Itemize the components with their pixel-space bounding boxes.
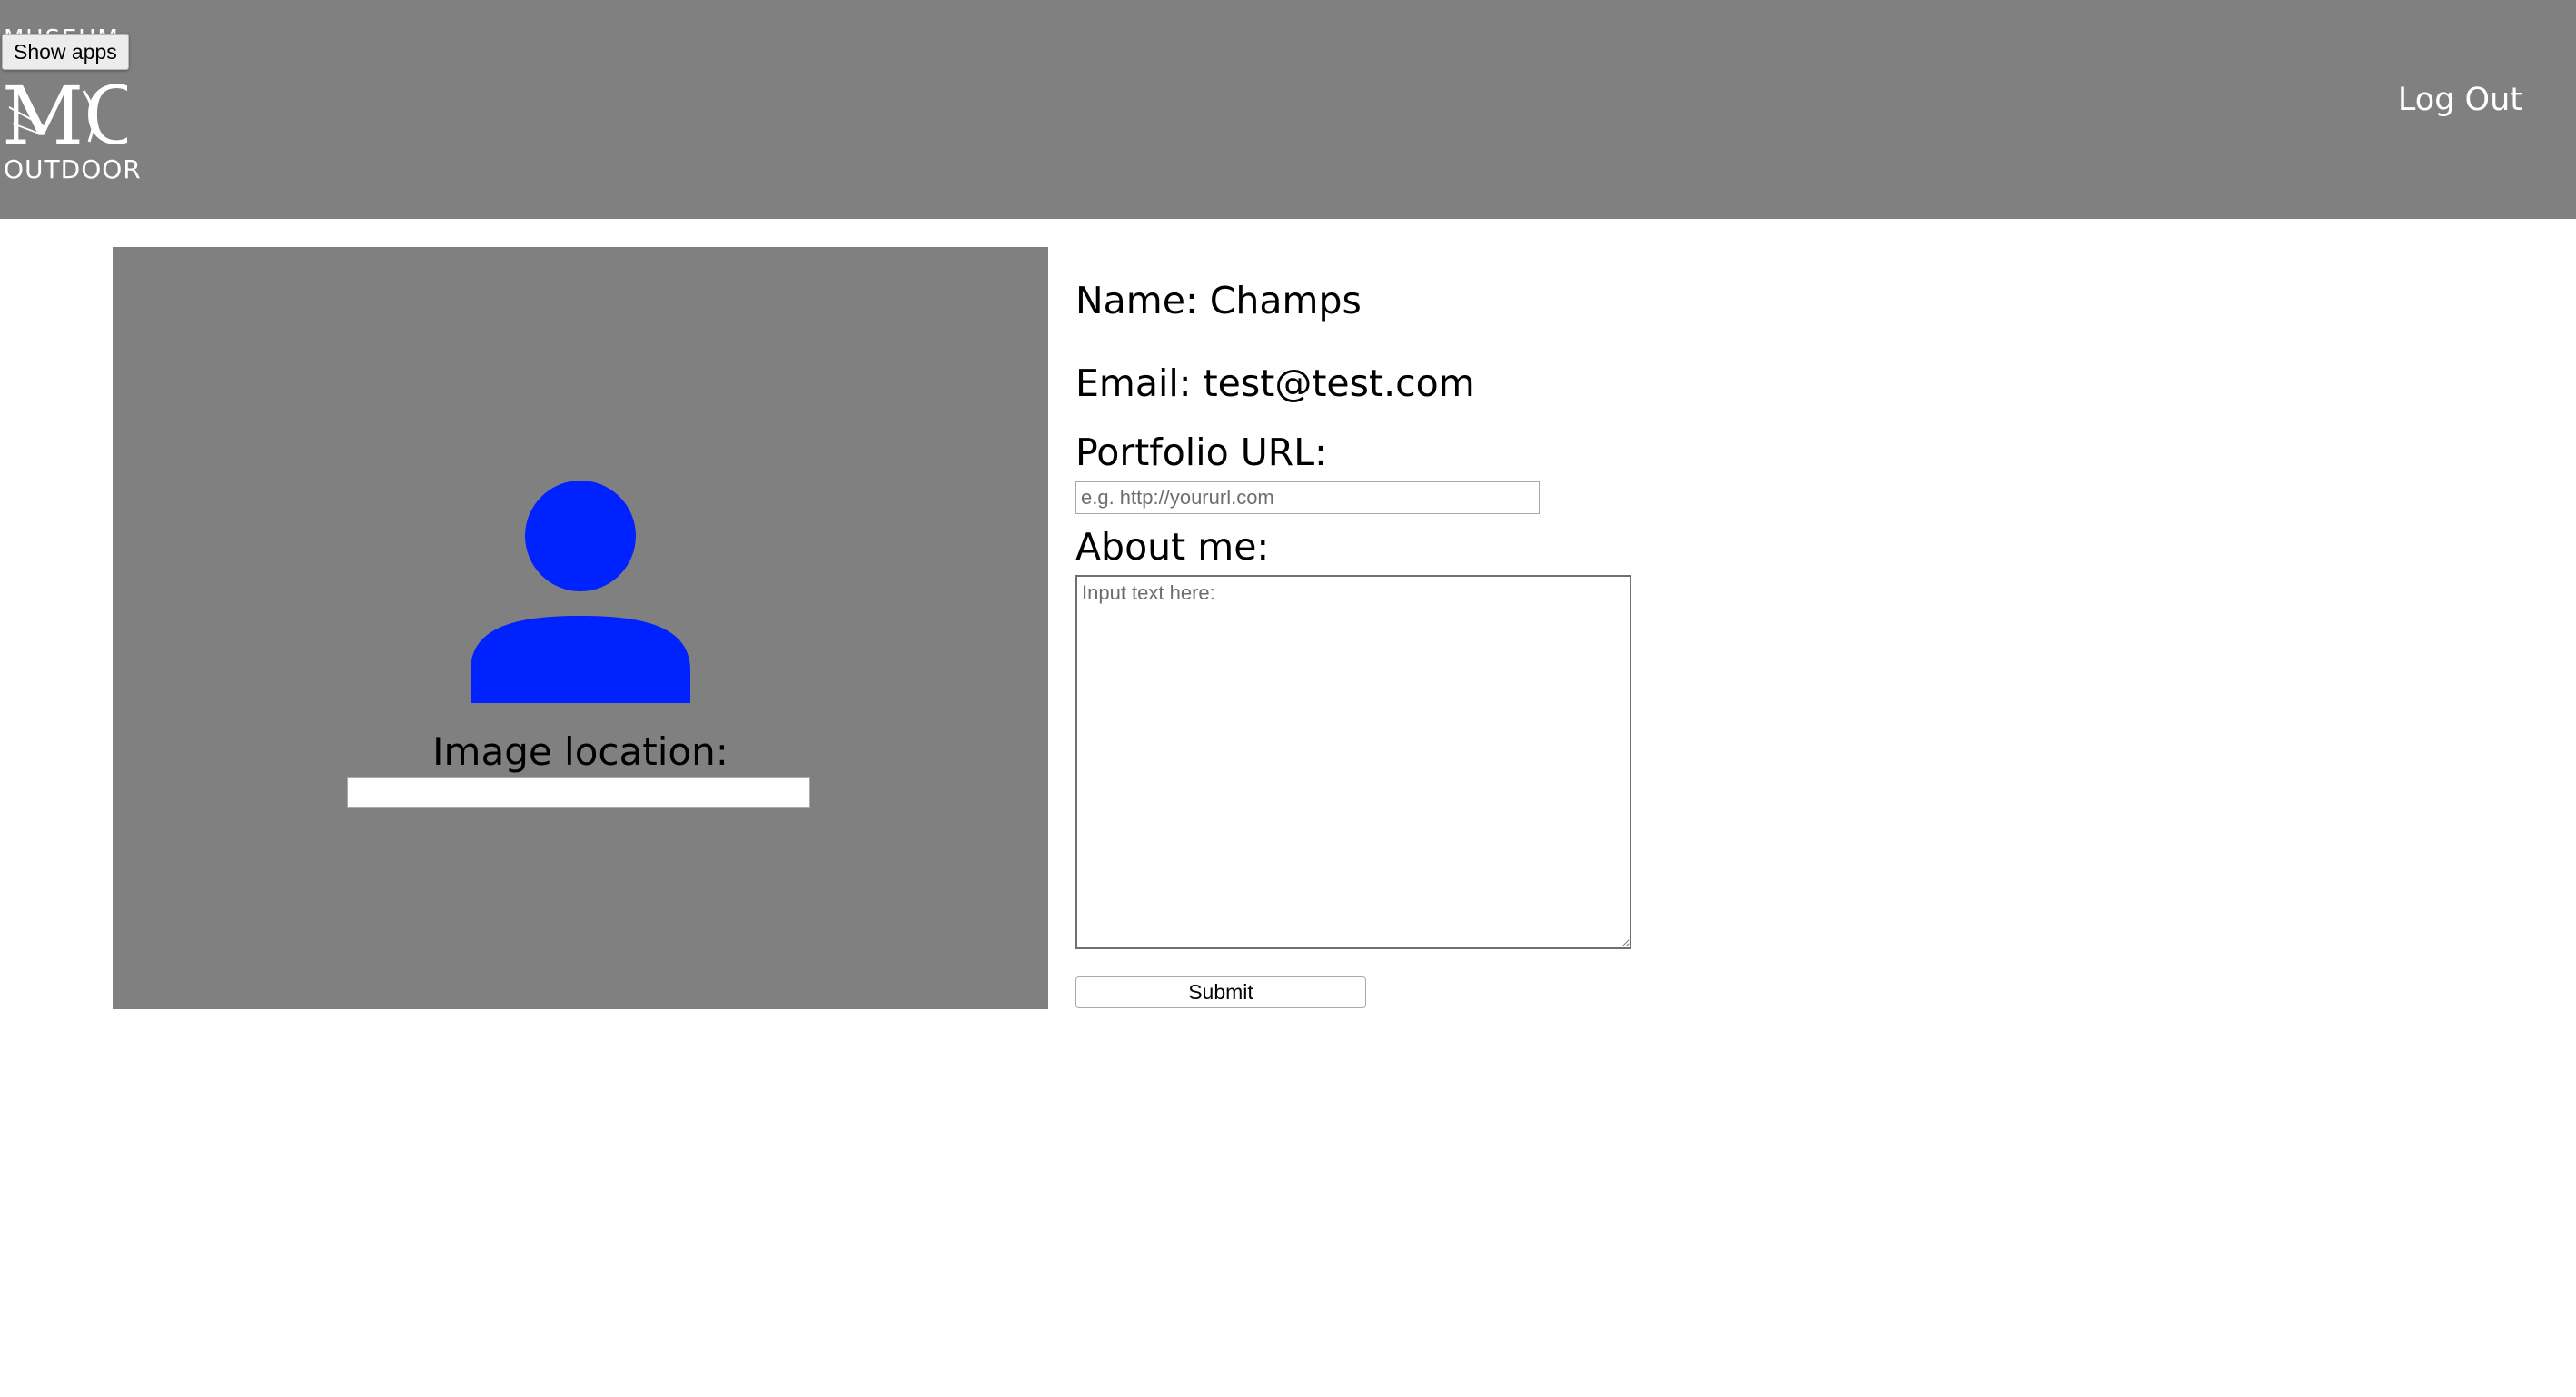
top-header: MUSEUM MO OUTDOOR Show apps Log Out xyxy=(0,0,2576,219)
image-location-input[interactable] xyxy=(347,777,810,808)
submit-button[interactable]: Submit xyxy=(1075,976,1366,1008)
show-apps-tooltip: Show apps xyxy=(2,34,129,70)
logo-outdoor-text: OUTDOOR xyxy=(4,154,142,184)
portfolio-url-label: Portfolio URL: xyxy=(1075,431,1327,474)
profile-image-panel: Image location: xyxy=(113,247,1048,1009)
about-me-label: About me: xyxy=(1075,525,1270,569)
log-out-link[interactable]: Log Out xyxy=(2398,82,2522,118)
user-silhouette-icon[interactable] xyxy=(471,480,690,703)
about-me-textarea[interactable] xyxy=(1075,575,1631,949)
image-location-label: Image location: xyxy=(432,729,728,774)
logo-mark-text: MO xyxy=(2,71,127,162)
logo-mo-mark-icon: MO xyxy=(2,71,127,162)
profile-name: Name: Champs xyxy=(1075,279,1362,322)
portfolio-url-input[interactable] xyxy=(1075,481,1540,514)
profile-email: Email: test@test.com xyxy=(1075,362,1475,405)
